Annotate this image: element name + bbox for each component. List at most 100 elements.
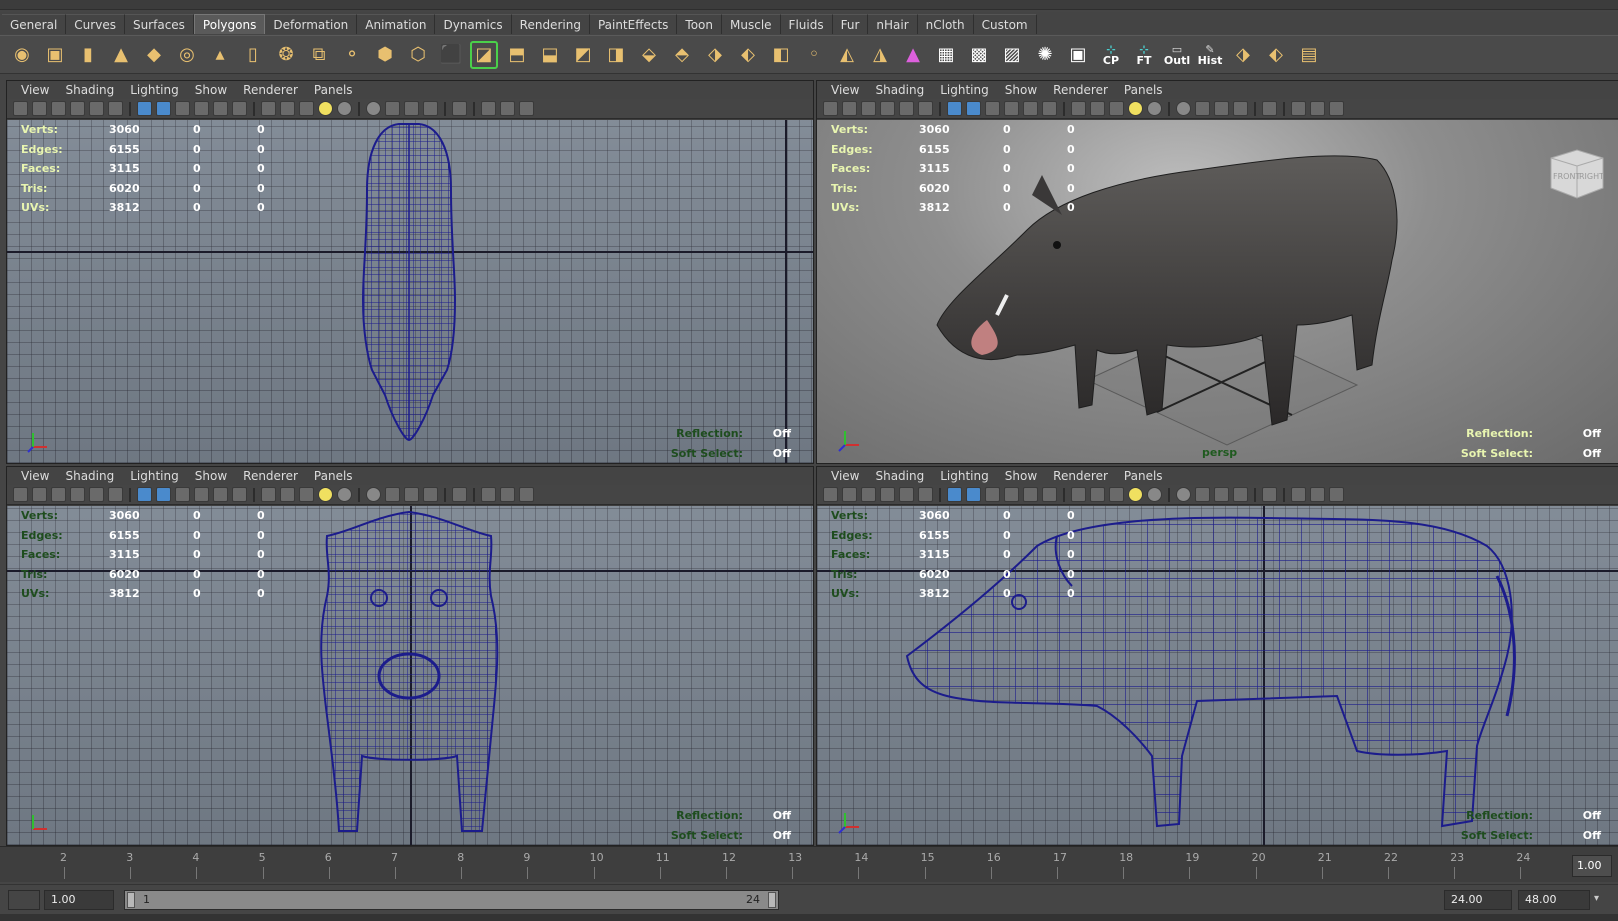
camera-icon[interactable] [823, 487, 838, 502]
side-camera-view[interactable]: Verts: 3060 0 0 Edges: 6155 0 0 Faces: 3115 0 0 Tris… [817, 506, 1618, 845]
ambient-occlusion-icon[interactable] [1195, 487, 1210, 502]
high-quality-icon[interactable] [366, 487, 381, 502]
front-viewport[interactable]: View Shading Lighting Show Renderer Panels Ve… [6, 466, 814, 846]
view-cube[interactable]: FRONT RIGHT [1543, 144, 1607, 204]
camera-icon[interactable] [13, 101, 28, 116]
safe-area-icon[interactable] [500, 101, 515, 116]
network-icon[interactable] [519, 487, 534, 502]
uv-sphere-icon[interactable]: ✺ [1031, 41, 1059, 69]
shadows-icon[interactable] [232, 101, 247, 116]
motion-blur-icon[interactable] [1214, 101, 1229, 116]
default-light-icon[interactable] [1128, 487, 1143, 502]
menu-shading[interactable]: Shading [57, 83, 122, 97]
safe-area-icon[interactable] [1310, 101, 1325, 116]
network-icon[interactable] [519, 101, 534, 116]
grid-toggle-icon[interactable] [899, 487, 914, 502]
tab-painteffects[interactable]: PaintEffects [589, 14, 678, 34]
uv-editor-icon[interactable]: ⬗ [1229, 41, 1257, 69]
outliner-button[interactable]: ▭ Outl [1163, 41, 1191, 69]
menu-shading[interactable]: Shading [867, 469, 932, 483]
bevel-icon[interactable]: ⬙ [635, 41, 663, 69]
shadows-icon[interactable] [1042, 487, 1057, 502]
tab-dynamics[interactable]: Dynamics [435, 14, 512, 34]
tab-ncloth[interactable]: nCloth [917, 14, 974, 34]
xray-joints-icon[interactable] [299, 101, 314, 116]
image-plane-icon[interactable] [70, 101, 85, 116]
tab-surfaces[interactable]: Surfaces [124, 14, 194, 34]
network-icon[interactable] [1329, 487, 1344, 502]
tab-nhair[interactable]: nHair [868, 14, 918, 34]
side-viewport[interactable]: View Shading Lighting Show Renderer Panels Ve… [816, 466, 1618, 846]
menu-view[interactable]: View [13, 83, 57, 97]
plane-icon[interactable]: ◆ [140, 41, 168, 69]
wedge-icon[interactable]: ⬖ [734, 41, 762, 69]
smooth-icon[interactable]: ⬢ [371, 41, 399, 69]
bridge-icon[interactable]: ⬒ [503, 41, 531, 69]
ambient-occlusion-icon[interactable] [1195, 101, 1210, 116]
average-icon[interactable]: ⬡ [404, 41, 432, 69]
cylinder-icon[interactable]: ▮ [74, 41, 102, 69]
isolate-icon[interactable] [1071, 487, 1086, 502]
menu-view[interactable]: View [13, 469, 57, 483]
range-start-handle[interactable] [127, 892, 135, 908]
bookmark-icon[interactable] [861, 487, 876, 502]
extrude-icon[interactable]: ◪ [470, 40, 498, 69]
use-lights-icon[interactable] [1023, 101, 1038, 116]
xray-joints-icon[interactable] [1109, 487, 1124, 502]
motion-blur-icon[interactable] [404, 101, 419, 116]
top-viewport[interactable]: View Shading Lighting Show Renderer Panels Ve… [6, 80, 814, 464]
wire-on-shaded-icon[interactable] [985, 487, 1000, 502]
bookmark-icon[interactable] [861, 101, 876, 116]
resolution-gate-icon[interactable] [481, 487, 496, 502]
motion-blur-icon[interactable] [1214, 487, 1229, 502]
playback-end-field[interactable]: 24.00 [1444, 890, 1512, 910]
image-plane-icon[interactable] [880, 101, 895, 116]
history-button[interactable]: ✎ Hist [1196, 41, 1224, 69]
tab-animation[interactable]: Animation [357, 14, 436, 34]
tab-general[interactable]: General [2, 14, 67, 34]
cube-icon[interactable]: ▣ [41, 41, 69, 69]
select-camera-icon[interactable] [1262, 487, 1277, 502]
texture-icon[interactable] [194, 487, 209, 502]
grid-toggle-icon[interactable] [89, 487, 104, 502]
pipe-icon[interactable]: ▯ [239, 41, 267, 69]
shadows-icon[interactable] [232, 487, 247, 502]
bookmark-icon[interactable] [51, 101, 66, 116]
range-end-handle[interactable] [768, 892, 776, 908]
insert-edge-icon[interactable]: ◨ [602, 41, 630, 69]
xray-icon[interactable] [1090, 101, 1105, 116]
film-gate-icon[interactable] [918, 487, 933, 502]
network-icon[interactable] [1329, 101, 1344, 116]
viewcube-right-face[interactable]: RIGHT [1579, 172, 1604, 181]
checker-map-icon[interactable]: ▦ [932, 41, 960, 69]
merge-icon[interactable]: ⬘ [668, 41, 696, 69]
xray-icon[interactable] [280, 101, 295, 116]
antialias-icon[interactable] [423, 101, 438, 116]
auto-map-icon[interactable]: ▩ [965, 41, 993, 69]
menu-renderer[interactable]: Renderer [235, 83, 306, 97]
cone-icon[interactable]: ▲ [107, 41, 135, 69]
bookmark-icon[interactable] [51, 487, 66, 502]
camera-attr-icon[interactable] [32, 487, 47, 502]
film-gate-icon[interactable] [108, 487, 123, 502]
tab-fur[interactable]: Fur [832, 14, 869, 34]
wire-on-shaded-icon[interactable] [175, 487, 190, 502]
planar-map-icon[interactable]: ◮ [866, 41, 894, 69]
all-lights-icon[interactable] [1147, 487, 1162, 502]
wire-on-shaded-icon[interactable] [175, 101, 190, 116]
separate-icon[interactable]: ⚬ [338, 41, 366, 69]
all-lights-icon[interactable] [1147, 101, 1162, 116]
use-lights-icon[interactable] [213, 487, 228, 502]
isolate-icon[interactable] [261, 487, 276, 502]
duplicate-face-icon[interactable]: ◧ [767, 41, 795, 69]
tab-deformation[interactable]: Deformation [265, 14, 358, 34]
menu-show[interactable]: Show [997, 83, 1045, 97]
xray-joints-icon[interactable] [1109, 101, 1124, 116]
animation-start-field[interactable]: 1.00 [44, 890, 114, 910]
viewcube-front-face[interactable]: FRONT [1553, 172, 1580, 181]
default-light-icon[interactable] [318, 101, 333, 116]
top-camera-view[interactable]: Verts: 3060 0 0 Edges: 6155 0 0 Faces: 3115 0 0 Tris… [7, 120, 813, 463]
collapse-icon[interactable]: ⬗ [701, 41, 729, 69]
smooth-shade-icon[interactable] [156, 101, 171, 116]
animation-end-field[interactable]: 48.00 [1518, 890, 1590, 910]
